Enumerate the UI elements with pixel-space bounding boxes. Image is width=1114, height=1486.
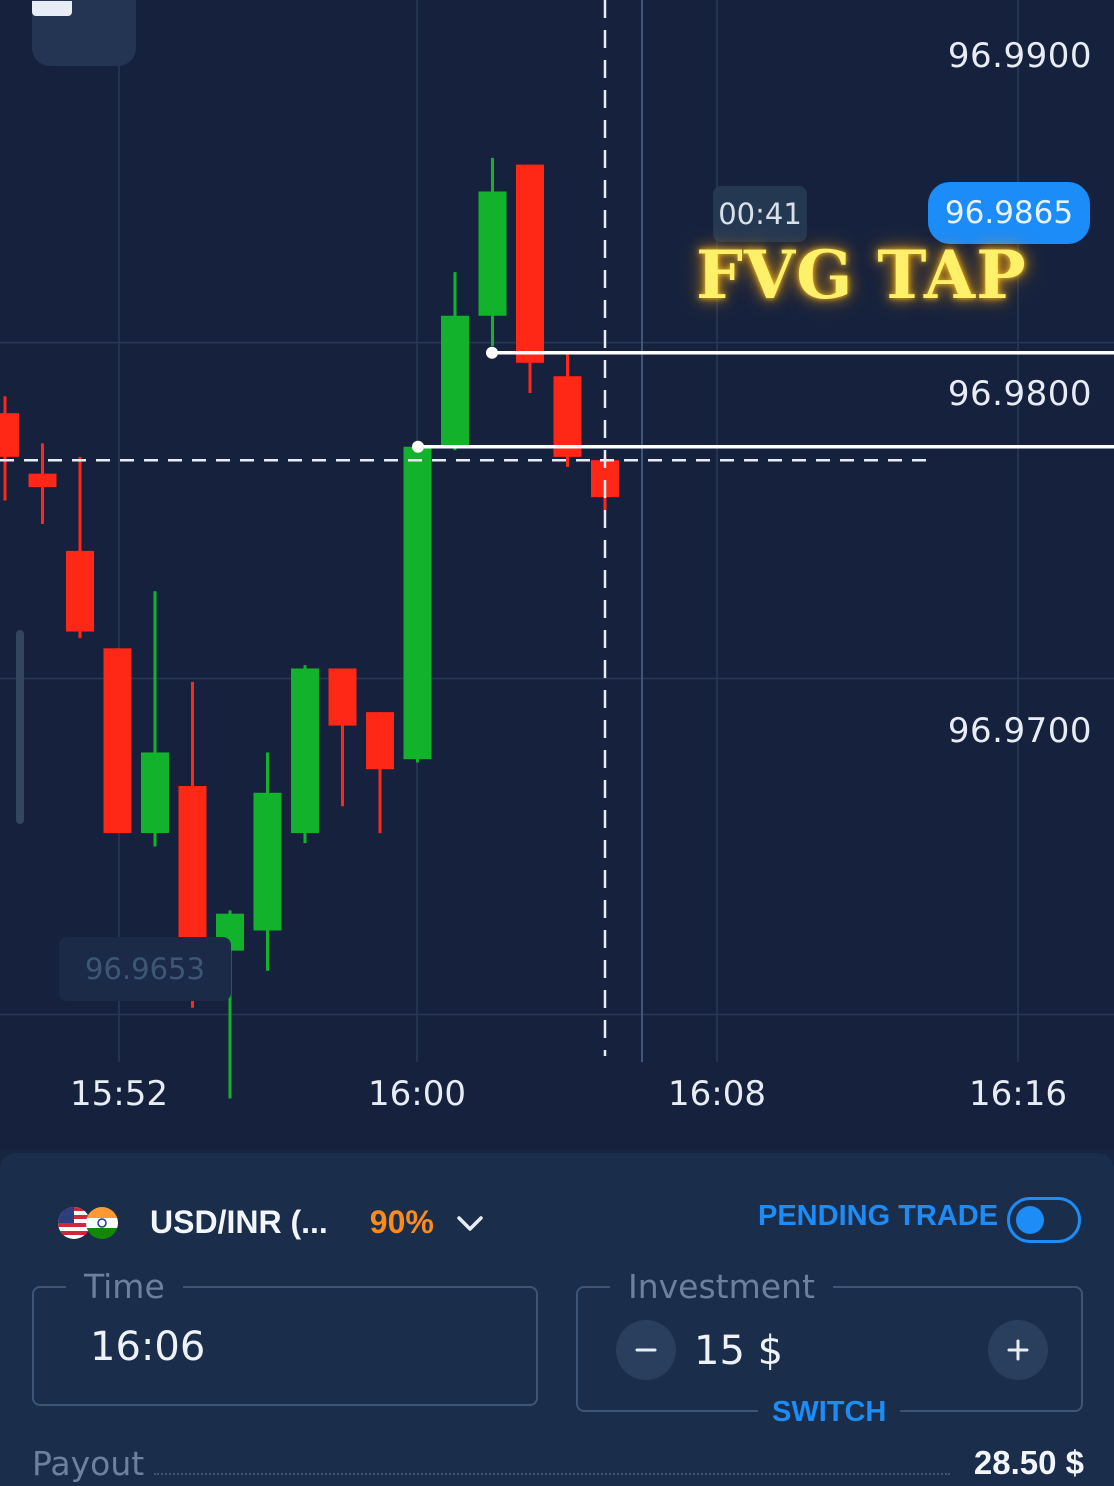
payout-percent: 90% xyxy=(369,1203,434,1240)
candle-body xyxy=(441,315,469,447)
portfolio-button[interactable] xyxy=(32,0,136,66)
increase-investment-button[interactable] xyxy=(988,1320,1048,1380)
candle-body xyxy=(328,668,357,726)
price-level-label: 96.9900 xyxy=(947,36,1092,76)
candle-body xyxy=(516,164,544,363)
payout-value: 28.50 $ xyxy=(973,1444,1084,1481)
switch-button[interactable]: SWITCH xyxy=(758,1392,901,1432)
candle-body xyxy=(66,550,94,632)
price-chart[interactable]: 96.9900 96.9800 96.9700 00:41 96.9865 FV… xyxy=(0,0,1114,1150)
low-price-marker: 96.9653 xyxy=(59,937,231,1001)
payout-label: Payout xyxy=(32,1444,145,1483)
chevron-down-icon xyxy=(457,1216,483,1231)
candle-body xyxy=(478,191,507,316)
currency-flags xyxy=(58,1204,124,1240)
candle-body xyxy=(28,473,57,488)
plus-icon xyxy=(1007,1339,1029,1361)
candle-body xyxy=(553,376,582,457)
minus-icon xyxy=(635,1348,657,1352)
payout-row: Payout 28.50 $ xyxy=(32,1444,1084,1486)
chart-scroll-handle[interactable] xyxy=(16,630,24,824)
candle-body xyxy=(403,446,432,760)
time-axis-label: 16:16 xyxy=(969,1074,1067,1114)
time-axis-label: 16:00 xyxy=(368,1074,466,1114)
investment-value[interactable]: 15 $ xyxy=(694,1328,783,1374)
candle-countdown: 00:41 xyxy=(713,186,807,242)
candle-body xyxy=(141,752,169,834)
candle-body xyxy=(103,648,132,834)
pending-trade-toggle[interactable] xyxy=(1007,1197,1081,1243)
pending-trade-label: PENDING TRADE xyxy=(758,1200,999,1232)
asset-selector[interactable]: USD/INR (... 90% xyxy=(58,1200,484,1244)
fvg-tap-annotation: FVG TAP xyxy=(696,236,1027,314)
fvg-zone-anchor xyxy=(486,346,498,359)
price-level-label: 96.9700 xyxy=(947,711,1092,751)
candle-body xyxy=(291,668,319,834)
briefcase-icon xyxy=(32,0,72,16)
candle-body xyxy=(0,413,19,457)
payout-divider xyxy=(154,1473,950,1475)
time-axis-label: 16:08 xyxy=(668,1074,766,1114)
time-field-label: Time xyxy=(66,1268,183,1306)
candle-body xyxy=(178,786,207,944)
toggle-knob xyxy=(1016,1206,1044,1234)
india-flag-icon xyxy=(86,1207,118,1239)
price-level-label: 96.9800 xyxy=(947,374,1092,414)
candle-body xyxy=(366,712,394,770)
time-axis-label: 15:52 xyxy=(70,1074,168,1114)
candle-body xyxy=(253,792,282,931)
fvg-zone-anchor xyxy=(412,440,424,453)
decrease-investment-button[interactable] xyxy=(616,1320,676,1380)
asset-name: USD/INR (... xyxy=(150,1203,328,1240)
investment-field-label: Investment xyxy=(610,1268,833,1306)
time-value[interactable]: 16:06 xyxy=(90,1324,205,1370)
time-field[interactable]: Time 16:06 xyxy=(32,1268,538,1406)
current-price-badge: 96.9865 xyxy=(928,182,1090,244)
investment-field[interactable]: Investment 15 $ SWITCH xyxy=(576,1268,1083,1432)
